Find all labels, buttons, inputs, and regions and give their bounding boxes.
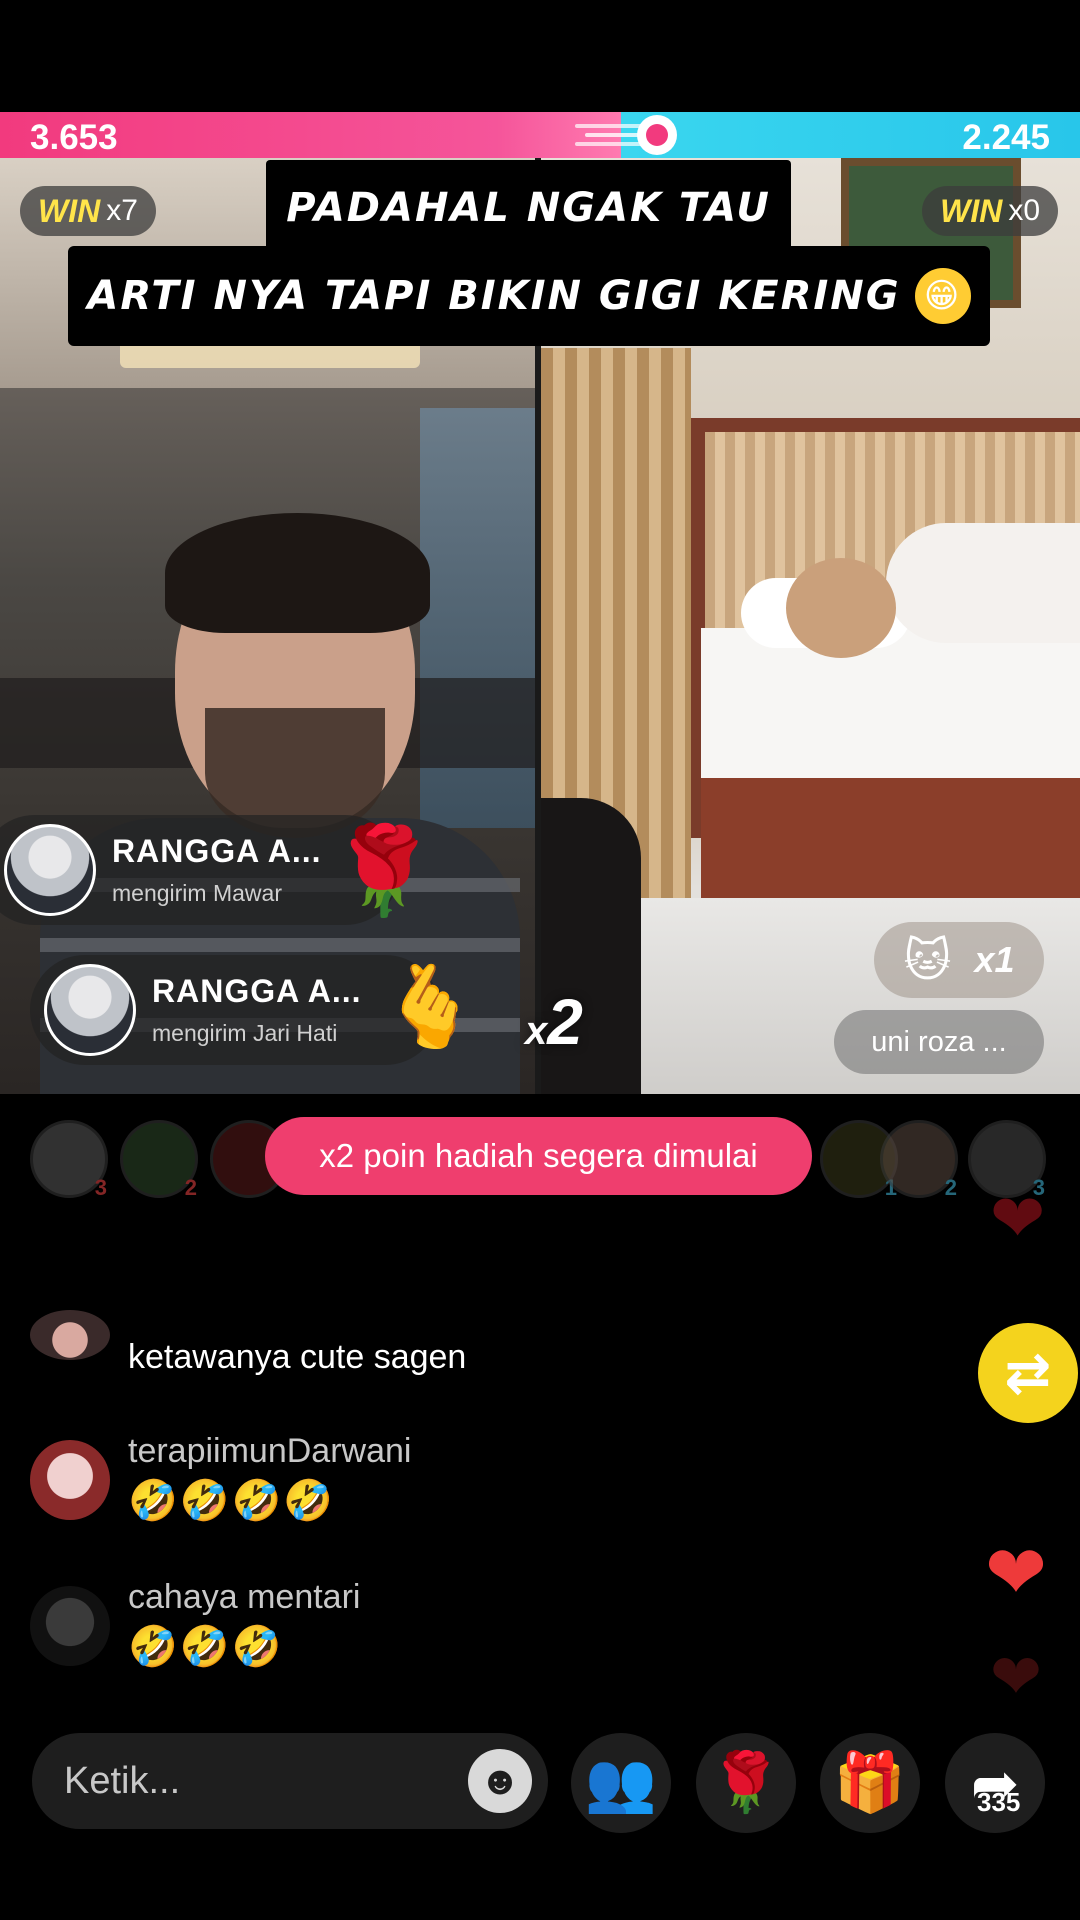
right-score: 2.245 <box>962 118 1050 157</box>
comment-item: terapiimunDarwani 🤣🤣🤣🤣 <box>30 1432 411 1524</box>
emoji-button[interactable]: ☻ <box>468 1749 532 1813</box>
gift-multiplier: x2 <box>525 985 583 1059</box>
comment-username[interactable]: terapiimunDarwani <box>128 1432 411 1471</box>
gift-notification: RANGGA A... mengirim Jari Hati <box>30 955 440 1065</box>
caption-line-1: PADAHAL NGAK TAU <box>266 160 791 256</box>
left-score: 3.653 <box>30 118 118 157</box>
people-icon: 👥 <box>584 1750 658 1815</box>
battle-divider-icon <box>575 115 677 155</box>
gift-combo-count: x1 <box>974 939 1015 980</box>
repost-button[interactable]: ⇄ <box>978 1323 1078 1423</box>
comment-emoji: 🤣🤣🤣🤣 <box>128 1479 336 1523</box>
right-host-name-pill[interactable]: uni roza ... <box>834 1010 1044 1074</box>
battle-score-bar: 3.653 2.245 <box>0 112 1080 158</box>
multiplier-value: 2 <box>547 986 583 1058</box>
left-score-bar: 3.653 <box>0 112 621 158</box>
viewer-avatar[interactable]: 2 <box>120 1120 198 1200</box>
heart-icon: ❤ <box>990 1181 1046 1255</box>
host-head <box>786 558 896 658</box>
gift-action: mengirim Jari Hati <box>152 1020 338 1046</box>
host-body <box>886 523 1080 643</box>
gift-box-icon: 🎁 <box>833 1750 907 1815</box>
avatar[interactable] <box>30 1440 110 1520</box>
avatar <box>4 824 96 916</box>
caption-text-2: ARTI NYA TAPI BIKIN GIGI KERING <box>87 273 901 319</box>
win-count: x0 <box>1008 194 1040 227</box>
invite-guests-button[interactable]: 👥 <box>571 1733 671 1833</box>
gift-action: mengirim Mawar <box>112 880 282 906</box>
comment-username[interactable]: cahaya mentari <box>128 1578 360 1617</box>
win-label: WIN <box>940 192 1003 229</box>
multiplier-prefix: x <box>525 1009 548 1053</box>
viewer-avatar[interactable]: 3 <box>30 1120 108 1200</box>
bed <box>701 628 1080 778</box>
comment-text: ketawanya cute sagen <box>128 1338 467 1376</box>
right-gift-combo: 🐱 x1 <box>874 922 1044 998</box>
comment-item: cahaya mentari 🤣🤣🤣 <box>30 1578 360 1670</box>
right-host-name: uni roza ... <box>871 1025 1007 1058</box>
share-button[interactable]: ➦ <box>945 1733 1045 1833</box>
right-win-badge: WIN x0 <box>922 186 1058 236</box>
finger-heart-icon: 🫰 <box>380 962 480 1051</box>
heart-icon: ❤ <box>990 1643 1042 1712</box>
viewer-rank: 2 <box>184 1175 197 1200</box>
bed-base <box>701 778 1080 898</box>
banner-text: x2 poin hadiah segera dimulai <box>319 1137 758 1174</box>
cat-gift-icon: 🐱 <box>903 934 952 986</box>
share-count: 335 <box>977 1787 1021 1817</box>
win-label: WIN <box>38 192 101 229</box>
bonus-banner: x2 poin hadiah segera dimulai <box>265 1117 812 1195</box>
rose-icon: 🌹 <box>330 823 438 919</box>
comment-input[interactable] <box>64 1759 424 1803</box>
comment-input-wrapper: ☻ <box>32 1733 548 1829</box>
viewer-avatar[interactable]: 2 <box>880 1120 958 1200</box>
comment-emoji: 🤣🤣🤣 <box>128 1625 284 1669</box>
avatar[interactable] <box>30 1310 110 1360</box>
emoji-icon: ☻ <box>478 1758 522 1803</box>
avatar[interactable] <box>30 1586 110 1666</box>
caption-text-1: PADAHAL NGAK TAU <box>286 185 771 231</box>
comment-item: ketawanya cute sagen <box>30 1310 467 1377</box>
viewer-rank: 3 <box>94 1175 107 1200</box>
repost-icon: ⇄ <box>1004 1341 1052 1404</box>
rose-icon: 🌹 <box>709 1750 783 1815</box>
gift-button[interactable]: 🎁 <box>820 1733 920 1833</box>
gift-sender-name: RANGGA A... <box>152 973 362 1009</box>
rose-gift-button[interactable]: 🌹 <box>696 1733 796 1833</box>
grin-emoji-icon: 😁 <box>914 268 971 324</box>
avatar <box>44 964 136 1056</box>
win-count: x7 <box>106 194 138 227</box>
shirt-stripe <box>40 938 520 952</box>
viewer-rank: 2 <box>944 1175 957 1200</box>
gift-sender-name: RANGGA A... <box>112 833 322 869</box>
host-hair <box>165 513 430 633</box>
like-heart-icon[interactable]: ❤ <box>985 1530 1047 1616</box>
caption-line-2: ARTI NYA TAPI BIKIN GIGI KERING 😁 <box>68 246 990 346</box>
left-win-badge: WIN x7 <box>20 186 156 236</box>
